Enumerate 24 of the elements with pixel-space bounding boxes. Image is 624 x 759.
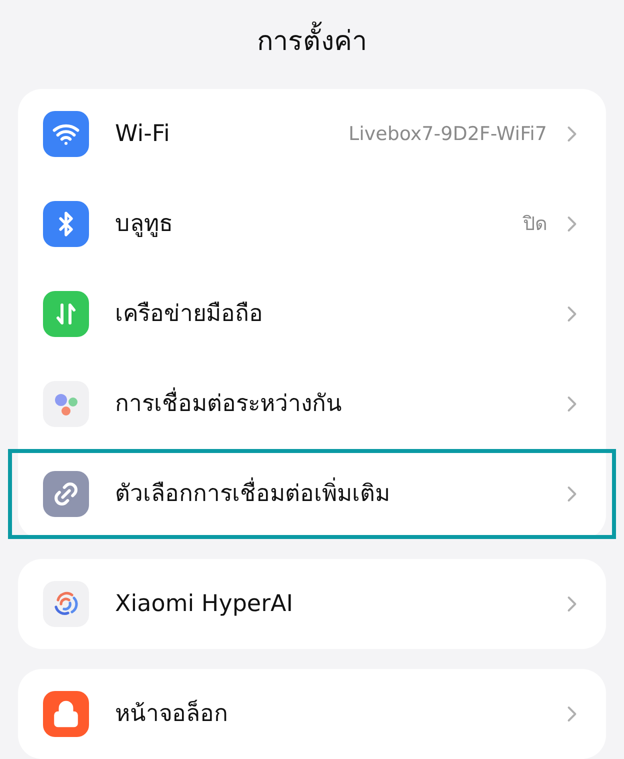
page-title: การตั้งค่า	[257, 22, 367, 63]
settings-row[interactable]: Xiaomi HyperAI	[8, 559, 616, 649]
settings-row[interactable]: หน้าจอล็อก	[8, 669, 616, 759]
row-value: Livebox7-9D2F-WiFi7	[348, 122, 547, 147]
row-label: ตัวเลือกการเชื่อมต่อเพิ่มเติม	[115, 476, 547, 512]
row-label: เครือข่ายมือถือ	[115, 300, 264, 329]
row-value: ปิด	[523, 212, 547, 237]
row-label: Wi-Fi	[115, 120, 171, 149]
settings-row[interactable]: ตัวเลือกการเชื่อมต่อเพิ่มเติม	[8, 449, 616, 539]
row-label: หน้าจอล็อก	[115, 698, 229, 729]
settings-row[interactable]: บลูทูธ ปิด	[8, 179, 616, 269]
row-label: การเชื่อมต่อระหว่างกัน	[115, 386, 547, 422]
swirl-icon	[43, 581, 89, 627]
dots-icon	[43, 381, 89, 427]
bluetooth-icon	[43, 201, 89, 247]
settings-row[interactable]: การเชื่อมต่อระหว่างกัน	[8, 359, 616, 449]
row-label: บลูทูธ	[115, 210, 174, 239]
arrows-icon	[43, 291, 89, 337]
link-icon	[43, 471, 89, 517]
settings-row[interactable]: Wi-Fi Livebox7-9D2F-WiFi7	[8, 89, 616, 179]
lock-icon	[43, 691, 89, 737]
row-label: Xiaomi HyperAI	[115, 590, 294, 619]
wifi-icon	[43, 111, 89, 157]
settings-row[interactable]: เครือข่ายมือถือ	[8, 269, 616, 359]
